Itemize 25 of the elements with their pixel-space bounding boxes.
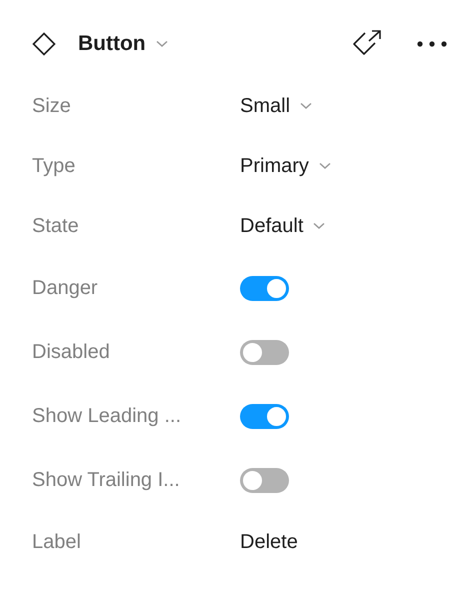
chevron-down-icon — [300, 102, 312, 110]
component-menu-button[interactable] — [156, 40, 168, 48]
property-label: Type — [32, 154, 76, 178]
chevron-down-icon — [313, 222, 326, 230]
property-label: State — [32, 214, 80, 238]
property-label: Size — [32, 94, 72, 118]
diamond-icon — [32, 32, 56, 56]
property-dropdown[interactable]: Primary — [240, 154, 331, 178]
property-label: Label — [32, 530, 82, 554]
property-dropdown[interactable]: Default — [240, 214, 326, 238]
component-title: Button — [78, 32, 146, 56]
toggle-switch[interactable] — [240, 468, 289, 492]
property-value[interactable]: Delete — [240, 530, 298, 554]
more-options-button[interactable] — [416, 40, 448, 48]
property-label: Show Trailing I... — [32, 468, 181, 492]
chevron-down-icon — [156, 40, 168, 48]
more-icon — [416, 40, 448, 48]
toggle-switch[interactable] — [240, 340, 289, 364]
property-label: Danger — [32, 276, 99, 300]
toggle-switch[interactable] — [240, 276, 289, 300]
property-label: Show Leading ... — [32, 404, 182, 428]
property-dropdown[interactable]: Small — [240, 94, 312, 118]
property-label: Disabled — [32, 340, 111, 364]
toggle-switch[interactable] — [240, 404, 289, 428]
chevron-down-icon — [318, 162, 331, 170]
